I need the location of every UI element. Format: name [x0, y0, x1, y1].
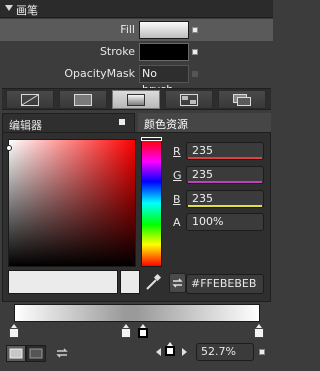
gradient-stop-selected[interactable]	[138, 324, 148, 338]
fill-property-row[interactable]: Fill	[0, 19, 273, 41]
red-channel-label: R	[173, 145, 181, 158]
collapse-triangle-icon[interactable]	[5, 5, 13, 11]
previous-stop-arrow[interactable]	[156, 348, 161, 356]
tile-brush-button[interactable]	[165, 90, 213, 109]
offset-advanced-marker[interactable]	[259, 349, 265, 355]
color-format-toggle-button[interactable]	[169, 273, 186, 293]
fill-label: Fill	[120, 23, 135, 36]
linear-gradient-button[interactable]	[6, 345, 26, 362]
brush-panel-header[interactable]: 画笔	[0, 0, 273, 18]
editor-tab-marker[interactable]	[119, 119, 125, 125]
stroke-property-row[interactable]: Stroke	[0, 41, 273, 63]
brush-type-toolbar	[2, 88, 271, 110]
stroke-advanced-marker[interactable]	[192, 49, 198, 55]
green-channel-bar	[188, 181, 262, 183]
alpha-channel-label: A	[173, 216, 181, 229]
alpha-channel-input[interactable]: 100%	[186, 213, 264, 231]
gradient-stop[interactable]	[121, 324, 131, 338]
no-brush-button[interactable]	[6, 90, 54, 109]
opacitymask-advanced-marker[interactable]	[192, 71, 198, 77]
stroke-label: Stroke	[99, 45, 135, 58]
hue-slider[interactable]	[141, 139, 162, 267]
gradient-stop-offset-input[interactable]: 52.7%	[196, 343, 254, 361]
tab-editor[interactable]: 编辑器	[2, 113, 135, 133]
green-channel-label: G	[173, 169, 182, 182]
gradient-brush-icon	[127, 94, 145, 106]
radial-gradient-button[interactable]	[26, 345, 46, 362]
editor-tabs: 编辑器 颜色资源	[2, 113, 271, 133]
selected-stop-indicator-icon	[165, 342, 175, 356]
panel-title: 画笔	[16, 4, 38, 17]
saturation-value-picker[interactable]	[8, 139, 136, 267]
no-brush-icon	[21, 94, 39, 106]
opacitymask-label: OpacityMask	[64, 67, 135, 80]
hex-color-input[interactable]: #FFEBEBEB	[186, 274, 264, 294]
eyedropper-icon[interactable]	[143, 272, 163, 292]
red-channel-bar	[188, 157, 262, 159]
gradient-stop[interactable]	[9, 324, 19, 338]
next-stop-arrow[interactable]	[182, 348, 187, 356]
swap-arrows-icon	[172, 278, 183, 288]
fill-swatch[interactable]	[139, 21, 189, 39]
fill-advanced-marker[interactable]	[192, 27, 198, 33]
opacitymask-swatch[interactable]: No brush	[139, 65, 189, 96]
resource-brush-button[interactable]	[218, 90, 266, 109]
radial-gradient-icon	[29, 348, 43, 359]
blue-channel-label: B	[173, 193, 181, 206]
gradient-stop[interactable]	[254, 324, 264, 338]
picker-cursor[interactable]	[6, 145, 12, 151]
solid-brush-button[interactable]	[59, 90, 107, 109]
initial-color-swatch[interactable]	[120, 270, 140, 294]
gradient-bar[interactable]	[14, 304, 260, 322]
solid-brush-icon	[74, 94, 92, 106]
blue-channel-bar	[188, 205, 262, 207]
resource-brush-icon	[233, 94, 251, 106]
tile-brush-icon	[180, 94, 198, 106]
gradient-brush-button[interactable]	[112, 90, 160, 109]
linear-gradient-icon	[9, 348, 23, 359]
stroke-swatch[interactable]	[139, 43, 189, 61]
tab-color-resources[interactable]: 颜色资源	[138, 113, 271, 133]
reverse-gradient-icon[interactable]	[54, 345, 70, 361]
current-color-swatch	[8, 270, 118, 294]
opacitymask-property-row[interactable]: OpacityMask No brush	[0, 63, 273, 96]
hue-slider-thumb[interactable]	[141, 137, 162, 141]
